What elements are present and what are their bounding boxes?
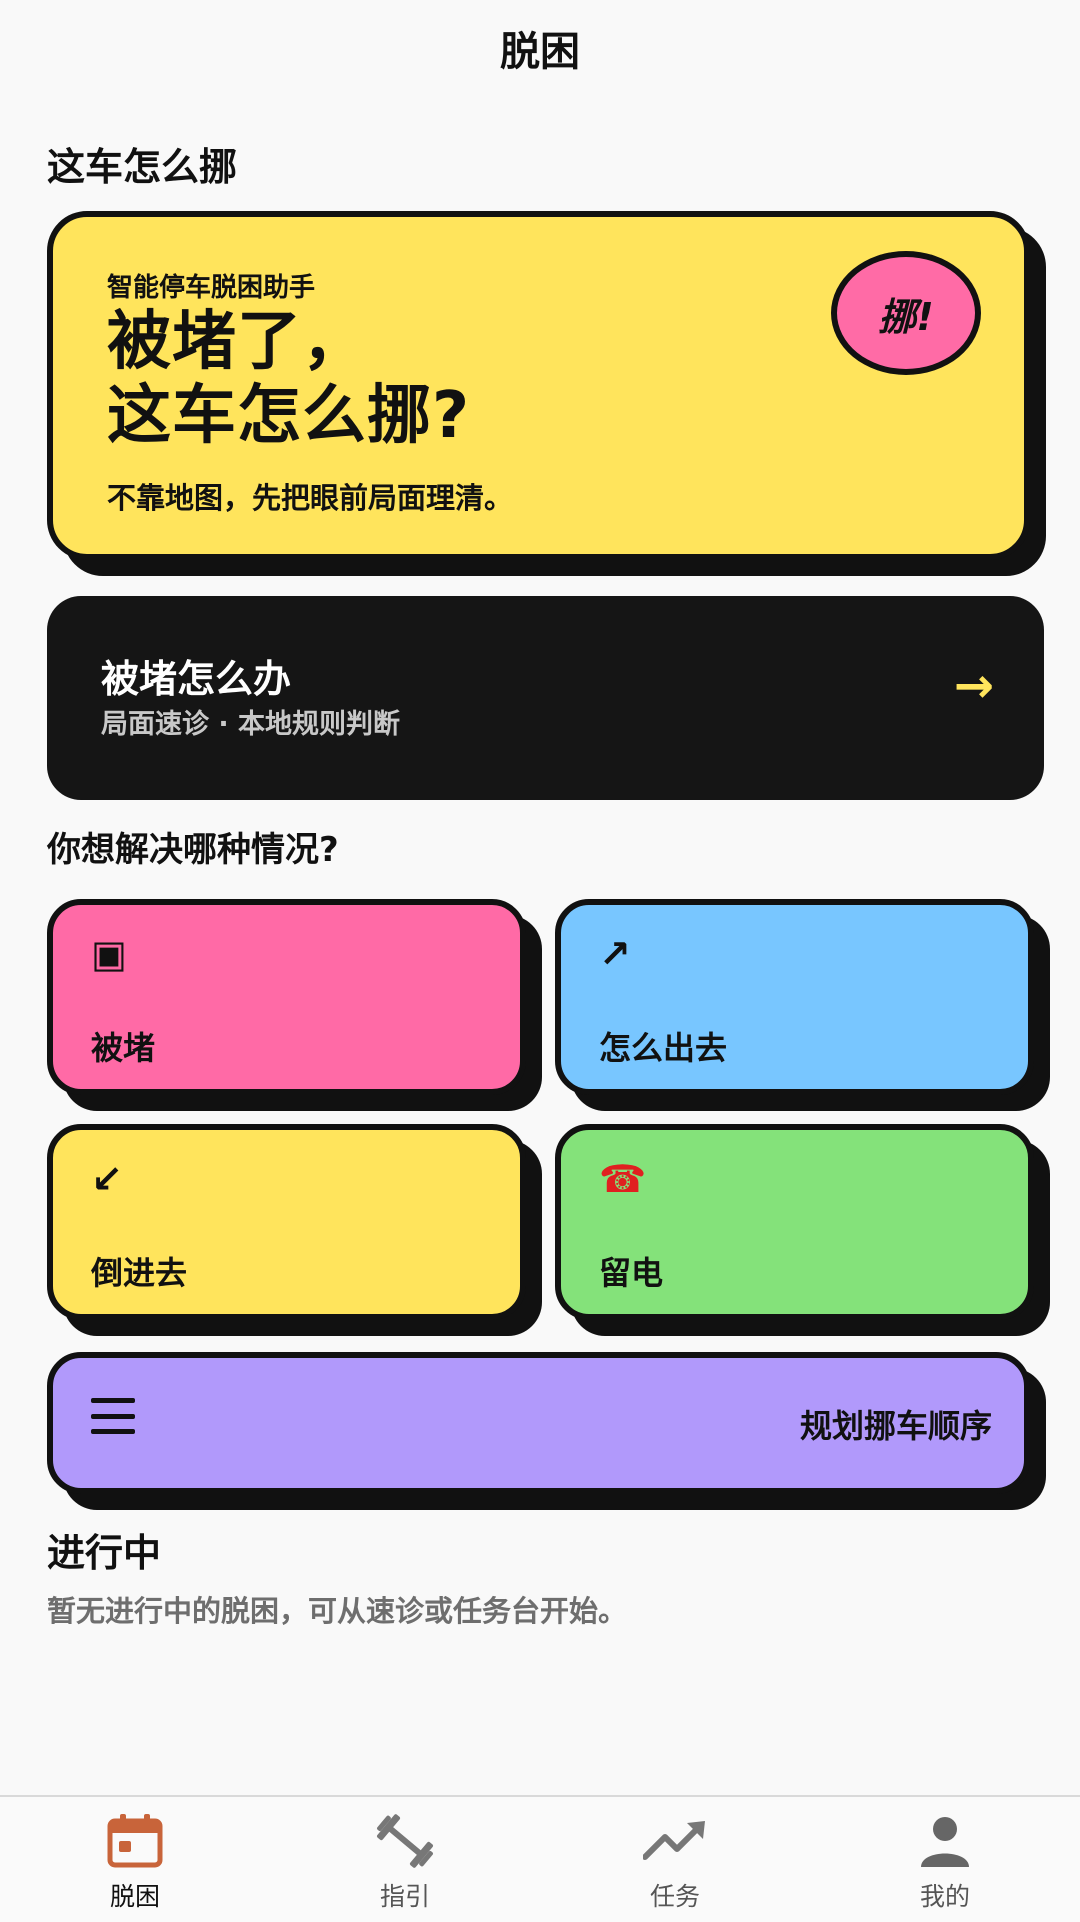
calendar-icon bbox=[103, 1811, 167, 1871]
tile-blocked[interactable]: ▣ 被堵 bbox=[47, 899, 526, 1095]
hero-section-title: 这车怎么挪 bbox=[47, 145, 238, 189]
arrow-down-left-icon: ↙ bbox=[91, 1157, 123, 1201]
tile-label: 被堵 bbox=[91, 1029, 156, 1067]
hero-headline-line2: 这车怎么挪? bbox=[107, 379, 471, 453]
tile-label: 怎么出去 bbox=[599, 1029, 728, 1067]
nav-item-escape[interactable]: 脱困 bbox=[0, 1797, 270, 1922]
tile-label: 留电 bbox=[599, 1254, 664, 1292]
nav-item-tasks[interactable]: 任务 bbox=[540, 1797, 810, 1922]
top-bar: 脱困 bbox=[0, 0, 1080, 95]
hero-kicker: 智能停车脱困助手 bbox=[107, 273, 316, 303]
arrow-up-right-icon: ↗ bbox=[599, 932, 631, 976]
in-progress-title: 进行中 bbox=[47, 1531, 162, 1575]
bottom-nav: 脱困 指引 任务 我的 bbox=[0, 1795, 1080, 1922]
dumbbell-icon bbox=[373, 1811, 437, 1871]
plan-move-order-label: 规划挪车顺序 bbox=[799, 1407, 992, 1445]
situations-title: 你想解决哪种情况? bbox=[47, 830, 339, 870]
page-title: 脱困 bbox=[500, 28, 580, 75]
nav-item-guide[interactable]: 指引 bbox=[270, 1797, 540, 1922]
nav-label: 我的 bbox=[919, 1882, 970, 1911]
nav-label: 脱困 bbox=[109, 1882, 160, 1911]
menu-icon bbox=[91, 1398, 135, 1434]
plan-move-order-button[interactable]: 规划挪车顺序 bbox=[47, 1352, 1030, 1494]
hero-headline: 被堵了， 这车怎么挪? bbox=[107, 305, 470, 453]
hero-headline-line1: 被堵了， bbox=[107, 305, 367, 379]
person-icon bbox=[913, 1811, 977, 1871]
quick-diagnosis-title: 被堵怎么办 bbox=[101, 657, 292, 701]
tile-reverse-in[interactable]: ↙ 倒进去 bbox=[47, 1124, 526, 1320]
quick-diagnosis-card[interactable]: 被堵怎么办 局面速诊 · 本地规则判断 → bbox=[47, 596, 1044, 800]
tile-label: 倒进去 bbox=[91, 1254, 188, 1292]
in-progress-empty-text: 暂无进行中的脱困，可从速诊或任务台开始。 bbox=[47, 1594, 628, 1628]
quick-diagnosis-subtitle: 局面速诊 · 本地规则判断 bbox=[101, 709, 401, 740]
tile-how-to-exit[interactable]: ↗ 怎么出去 bbox=[555, 899, 1034, 1095]
trending-up-icon bbox=[643, 1811, 707, 1871]
hero-card[interactable]: 智能停车脱困助手 被堵了， 这车怎么挪? 不靠地图，先把眼前局面理清。 挪! bbox=[47, 211, 1030, 560]
nav-item-me[interactable]: 我的 bbox=[810, 1797, 1080, 1922]
nav-label: 指引 bbox=[379, 1882, 430, 1911]
nav-label: 任务 bbox=[649, 1882, 700, 1911]
arrow-right-icon: → bbox=[953, 658, 994, 714]
hero-badge: 挪! bbox=[831, 251, 981, 375]
tile-leave-phone[interactable]: ☎ 留电 bbox=[555, 1124, 1034, 1320]
square-icon: ▣ bbox=[91, 932, 127, 976]
telephone-icon: ☎ bbox=[599, 1157, 647, 1201]
hero-tagline: 不靠地图，先把眼前局面理清。 bbox=[107, 481, 514, 515]
